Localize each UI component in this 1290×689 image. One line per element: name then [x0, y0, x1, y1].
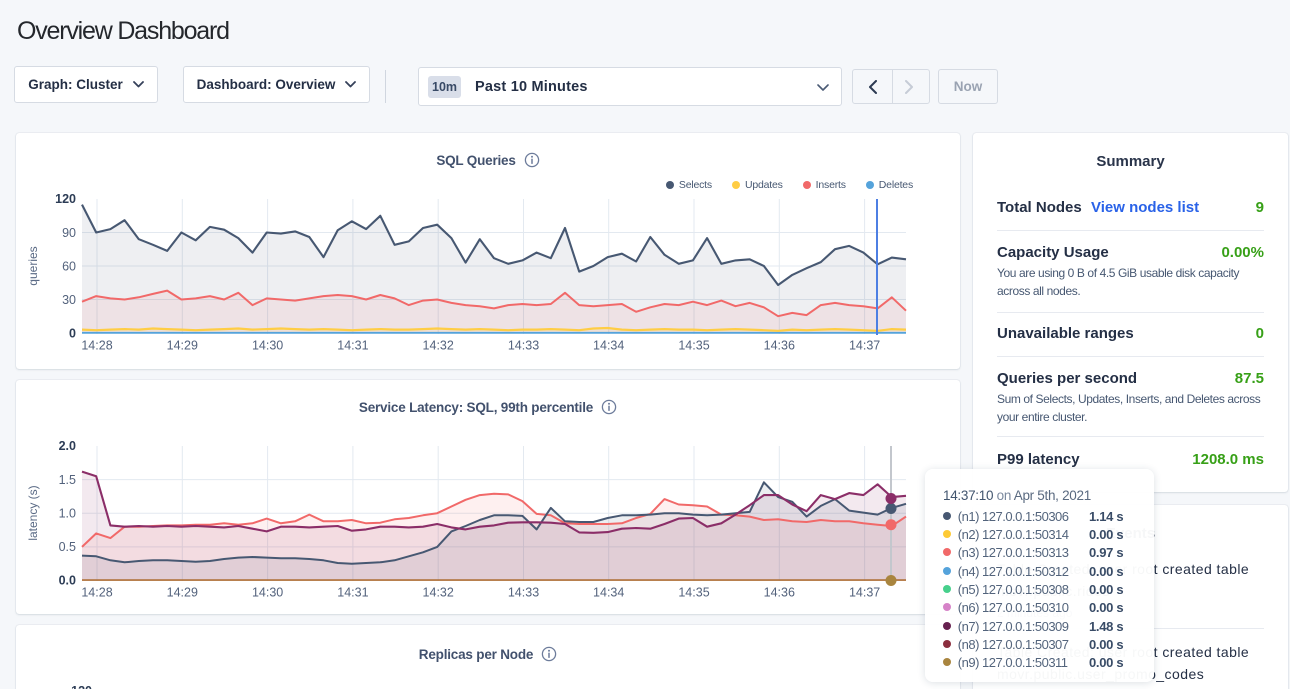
svg-text:14:36: 14:36	[764, 339, 795, 353]
svg-text:14:34: 14:34	[593, 586, 624, 600]
svg-text:14:32: 14:32	[423, 339, 454, 353]
svg-text:14:35: 14:35	[678, 586, 709, 600]
svg-text:14:28: 14:28	[81, 339, 112, 353]
svg-text:14:30: 14:30	[252, 339, 283, 353]
svg-text:1.0: 1.0	[59, 506, 76, 520]
svg-text:14:29: 14:29	[167, 339, 198, 353]
svg-text:30: 30	[62, 293, 76, 307]
svg-text:0.5: 0.5	[59, 540, 76, 554]
svg-text:14:28: 14:28	[81, 586, 112, 600]
svg-text:queries: queries	[26, 246, 40, 285]
svg-text:1.5: 1.5	[59, 473, 76, 487]
svg-text:14:30: 14:30	[252, 586, 283, 600]
svg-text:latency (s): latency (s)	[26, 485, 40, 540]
svg-text:14:31: 14:31	[337, 586, 368, 600]
svg-text:0.0: 0.0	[59, 574, 76, 588]
svg-text:60: 60	[62, 259, 76, 273]
svg-text:14:32: 14:32	[423, 586, 454, 600]
svg-text:120: 120	[55, 192, 76, 206]
svg-text:14:33: 14:33	[508, 586, 539, 600]
svg-text:14:37: 14:37	[849, 586, 880, 600]
svg-text:14:36: 14:36	[764, 586, 795, 600]
svg-text:14:34: 14:34	[593, 339, 624, 353]
svg-text:0: 0	[69, 327, 76, 341]
svg-text:14:37: 14:37	[849, 339, 880, 353]
svg-text:90: 90	[62, 226, 76, 240]
svg-text:14:33: 14:33	[508, 339, 539, 353]
svg-text:2.0: 2.0	[59, 439, 76, 453]
svg-text:14:31: 14:31	[337, 339, 368, 353]
svg-text:14:35: 14:35	[678, 339, 709, 353]
svg-text:14:29: 14:29	[167, 586, 198, 600]
